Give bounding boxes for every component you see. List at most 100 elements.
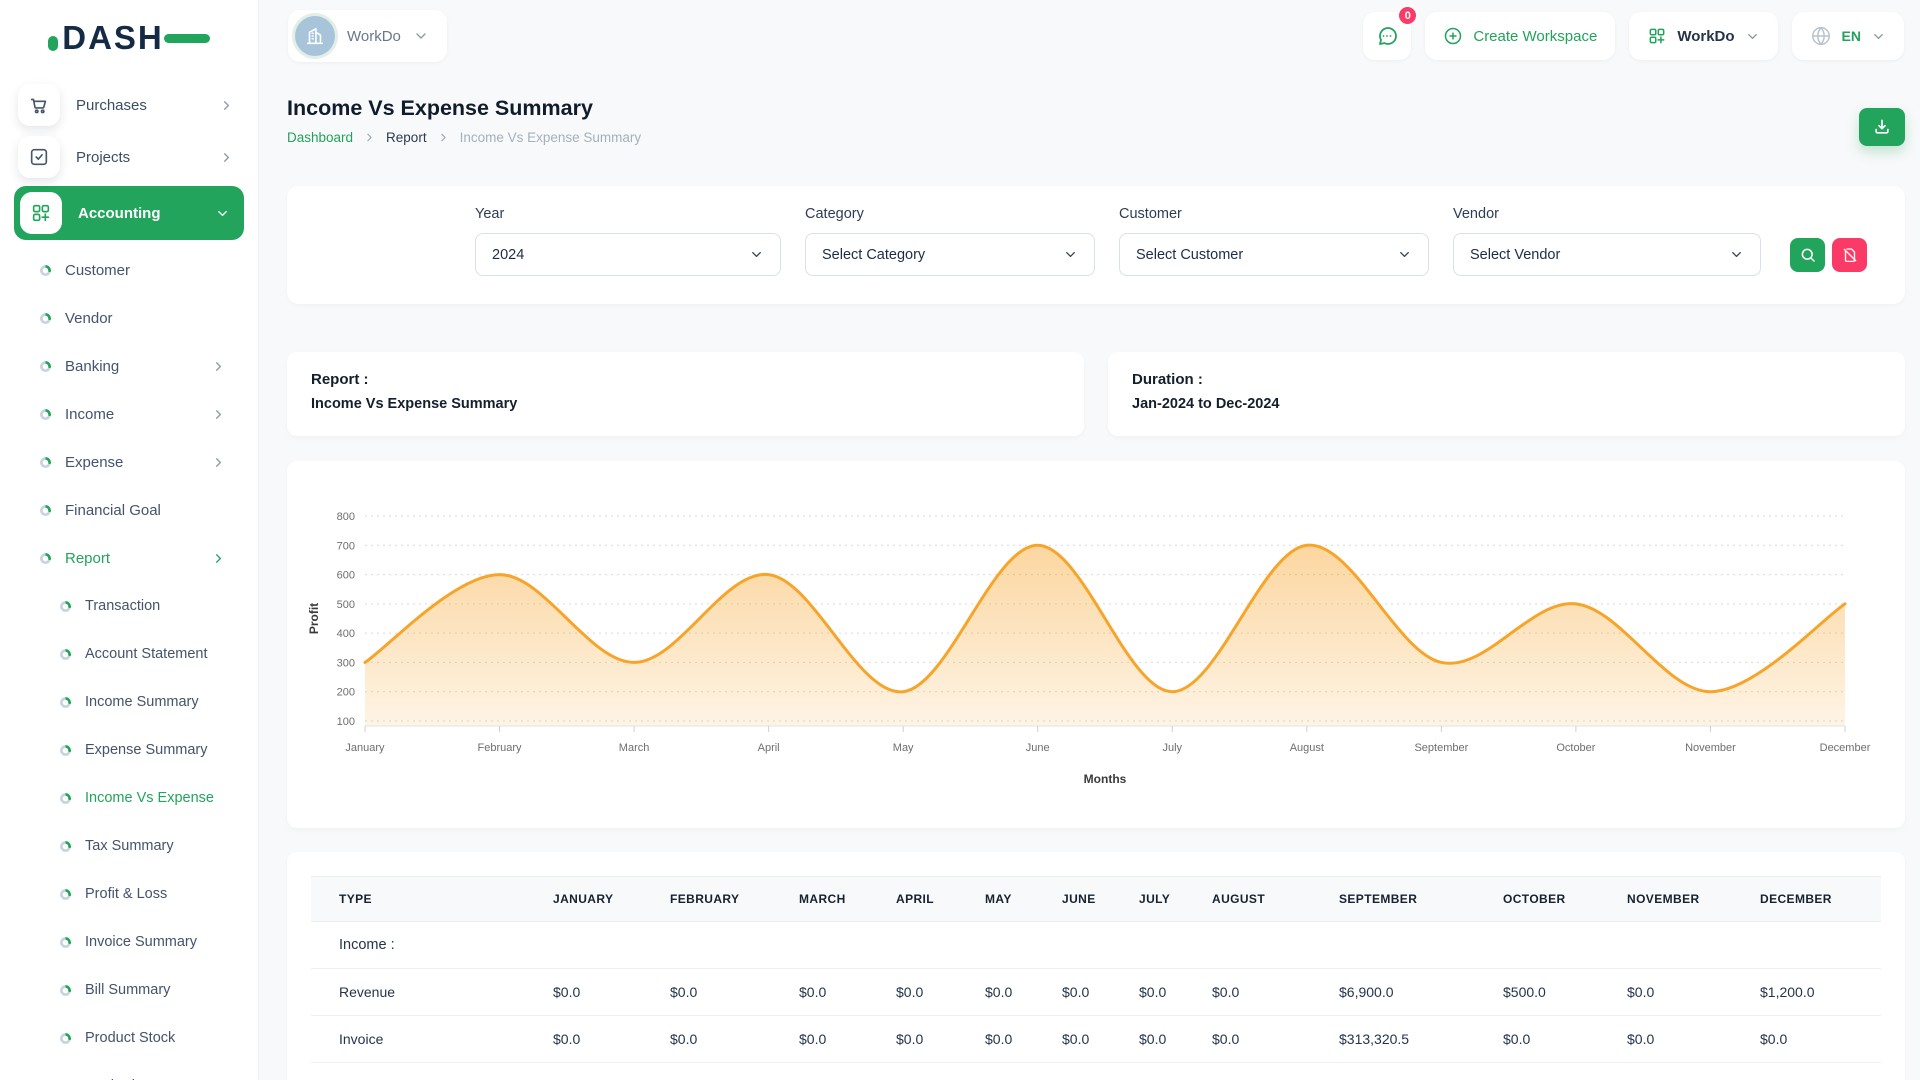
svg-text:April: April xyxy=(758,742,780,754)
sidebar-item-label: Expense xyxy=(65,454,197,471)
summary-table-card: TYPEJANUARYFEBRUARYMARCHAPRILMAYJUNEJULY… xyxy=(287,852,1905,1080)
row-value-cell: $0.0 xyxy=(537,1016,654,1063)
sidebar-item-income[interactable]: Income xyxy=(14,390,244,438)
sidebar-item-financial-goal[interactable]: Financial Goal xyxy=(14,486,244,534)
chevron-down-icon xyxy=(1745,29,1760,44)
sidebar-item-customer[interactable]: Customer xyxy=(14,246,244,294)
workspace-selector[interactable]: WorkDo xyxy=(288,10,447,62)
svg-text:August: August xyxy=(1290,742,1324,754)
chevron-down-icon xyxy=(1729,247,1744,262)
sidebar-item-invoice-summary[interactable]: Invoice Summary xyxy=(14,918,244,966)
grid-plus-icon xyxy=(1647,26,1667,46)
sidebar-item-product-stock[interactable]: Product Stock xyxy=(14,1014,244,1062)
sidebar: DASH Purchases Projects Accounting Customer… xyxy=(0,0,258,1080)
language-selector[interactable]: EN xyxy=(1792,12,1904,60)
select-value: Select Vendor xyxy=(1470,247,1560,263)
column-header: FEBRUARY xyxy=(654,877,783,922)
sidebar-item-label: Profit & Loss xyxy=(85,886,244,902)
sidebar-item-report[interactable]: Report xyxy=(14,534,244,582)
sidebar-item-label: Financial Goal xyxy=(65,502,244,519)
sidebar-item-profit-loss[interactable]: Profit & Loss xyxy=(14,870,244,918)
sidebar-item-bill-summary[interactable]: Bill Summary xyxy=(14,966,244,1014)
filter-customer: CustomerSelect Customer xyxy=(1119,206,1429,276)
sidebar-item-label: Account Statement xyxy=(85,646,244,662)
workspace-avatar xyxy=(295,16,335,56)
svg-text:January: January xyxy=(345,742,385,754)
sidebar-item-expense-summary[interactable]: Expense Summary xyxy=(14,726,244,774)
row-value-cell: $0.0 xyxy=(1123,969,1196,1016)
row-value-cell: $0.0 xyxy=(783,969,880,1016)
sidebar-item-label: Income Vs Expense xyxy=(85,790,244,806)
sidebar-item-accounting[interactable]: Accounting xyxy=(14,186,244,240)
svg-text:800: 800 xyxy=(337,511,355,523)
messages-button[interactable]: 0 xyxy=(1363,12,1411,60)
reset-button[interactable] xyxy=(1832,238,1867,272)
table-section-row: Income : xyxy=(311,922,1881,969)
chevron-right-icon xyxy=(219,150,234,165)
language-code: EN xyxy=(1842,28,1861,44)
sidebar-item-account-statement[interactable]: Account Statement xyxy=(14,630,244,678)
chevron-right-icon xyxy=(211,359,226,374)
filter-actions xyxy=(1790,238,1867,272)
bullet-icon xyxy=(60,889,71,900)
chevron-right-icon xyxy=(211,551,226,566)
sidebar-item-cash-flow[interactable]: Cash Flow xyxy=(14,1062,244,1080)
filter-vendor: VendorSelect Vendor xyxy=(1453,206,1761,276)
download-button[interactable] xyxy=(1859,108,1905,146)
row-value-cell: $0.0 xyxy=(1123,1016,1196,1063)
grid-plus-icon xyxy=(20,192,62,234)
bullet-icon xyxy=(60,601,71,612)
chevron-down-icon xyxy=(1871,29,1886,44)
row-value-cell: $0.0 xyxy=(969,1016,1046,1063)
table-section-label: Expense : xyxy=(311,1063,1881,1080)
sidebar-item-expense[interactable]: Expense xyxy=(14,438,244,486)
sidebar-item-purchases[interactable]: Purchases xyxy=(14,82,244,128)
bullet-icon xyxy=(60,937,71,948)
filter-year: Year 2024 xyxy=(475,206,781,276)
sidebar-item-income-summary[interactable]: Income Summary xyxy=(14,678,244,726)
breadcrumb-dashboard[interactable]: Dashboard xyxy=(287,130,353,145)
bullet-icon xyxy=(40,553,51,564)
app-menu-button[interactable]: WorkDo xyxy=(1629,12,1777,60)
chevron-down-icon xyxy=(215,206,230,221)
svg-text:300: 300 xyxy=(337,657,355,669)
globe-icon xyxy=(1810,25,1832,47)
year-select[interactable]: 2024 xyxy=(475,233,781,276)
sidebar-item-label: Invoice Summary xyxy=(85,934,244,950)
sidebar-item-income-vs-expense[interactable]: Income Vs Expense xyxy=(14,774,244,822)
sidebar-item-tax-summary[interactable]: Tax Summary xyxy=(14,822,244,870)
sidebar-item-projects[interactable]: Projects xyxy=(14,134,244,180)
header-actions: 0 Create Workspace WorkDo EN xyxy=(1363,12,1904,60)
bullet-icon xyxy=(60,985,71,996)
column-header: JULY xyxy=(1123,877,1196,922)
create-workspace-button[interactable]: Create Workspace xyxy=(1425,12,1615,60)
create-workspace-label: Create Workspace xyxy=(1473,28,1597,45)
customer-select[interactable]: Select Customer xyxy=(1119,233,1429,276)
sidebar-item-vendor[interactable]: Vendor xyxy=(14,294,244,342)
chevron-right-icon xyxy=(211,455,226,470)
chart-card: 100200300400500600700800JanuaryFebruaryM… xyxy=(287,461,1905,828)
breadcrumb-report[interactable]: Report xyxy=(386,130,427,145)
sidebar-item-banking[interactable]: Banking xyxy=(14,342,244,390)
sidebar-item-label: Bill Summary xyxy=(85,982,244,998)
search-button[interactable] xyxy=(1790,238,1825,272)
app-menu-label: WorkDo xyxy=(1677,28,1734,45)
duration-card-title: Duration : xyxy=(1132,371,1881,388)
filter-label: Year xyxy=(475,206,781,222)
sidebar-item-transaction[interactable]: Transaction xyxy=(14,582,244,630)
category-select[interactable]: Select Category xyxy=(805,233,1095,276)
summary-cards: Report : Income Vs Expense Summary Durat… xyxy=(287,352,1905,436)
svg-text:February: February xyxy=(478,742,523,754)
row-value-cell: $0.0 xyxy=(654,969,783,1016)
chevron-down-icon xyxy=(413,28,429,44)
app-logo[interactable]: DASH xyxy=(0,0,258,76)
row-value-cell: $0.0 xyxy=(1196,969,1323,1016)
top-header: WorkDo 0 Create Workspace WorkDo xyxy=(258,0,1920,72)
sidebar-item-label: Expense Summary xyxy=(85,742,244,758)
vendor-select[interactable]: Select Vendor xyxy=(1453,233,1761,276)
sidebar-item-label: Product Stock xyxy=(85,1030,244,1046)
row-value-cell: $0.0 xyxy=(783,1016,880,1063)
select-value: Select Customer xyxy=(1136,247,1243,263)
chevron-down-icon xyxy=(1063,247,1078,262)
duration-card-value: Jan-2024 to Dec-2024 xyxy=(1132,396,1881,412)
